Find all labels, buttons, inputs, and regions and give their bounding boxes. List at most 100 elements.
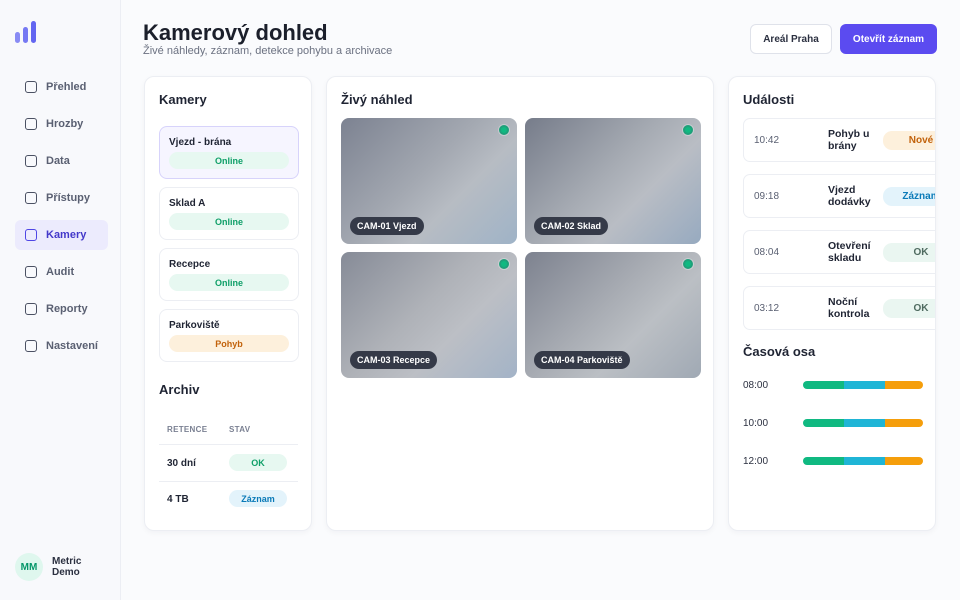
sidebar-item-pristupy[interactable]: Přístupy [15, 183, 108, 213]
feed-label: CAM-03 Recepce [350, 351, 438, 369]
table-cell-retention: 4 TB [167, 494, 189, 505]
event-item[interactable]: 08:04 Otevření skladu OK [743, 230, 935, 274]
live-preview-panel: Živý náhled CAM-01 Vjezd CAM-02 Sklad CA… [326, 76, 714, 531]
avatar: MM [15, 553, 43, 581]
camera-feed-cam01[interactable]: CAM-01 Vjezd [341, 118, 517, 244]
status-badge: OK [229, 454, 287, 471]
timeline-segment [803, 419, 844, 427]
sidebar-item-label: Přístupy [46, 192, 91, 204]
area-select-button[interactable]: Areál Praha [750, 24, 832, 54]
camera-feed-cam03[interactable]: CAM-03 Recepce [341, 252, 517, 378]
event-text: Vjezd dodávky [828, 184, 871, 208]
live-indicator-icon [499, 125, 509, 135]
sidebar-item-label: Hrozby [46, 118, 84, 130]
timeline-segment [843, 419, 885, 427]
status-badge: Záznam [883, 187, 935, 206]
page-title: Kamerový dohled [143, 20, 328, 45]
user-profile[interactable]: MM Metric Demo [15, 553, 96, 581]
status-badge: OK [883, 243, 935, 262]
page-subtitle: Živé náhledy, záznam, detekce pohybu a a… [143, 45, 393, 57]
archive-title: Archiv [159, 382, 200, 397]
events-title: Události [743, 92, 795, 107]
open-recording-button[interactable]: Otevřít záznam [840, 24, 937, 54]
camera-name: Vjezd - brána [169, 137, 232, 148]
feed-label: CAM-02 Sklad [534, 217, 609, 235]
square-icon [25, 266, 37, 278]
timeline-segment [843, 381, 885, 389]
event-item[interactable]: 03:12 Noční kontrola OK [743, 286, 935, 330]
sidebar-item-hrozby[interactable]: Hrozby [15, 109, 108, 139]
divider [159, 481, 298, 482]
user-name: Metric Demo [52, 556, 82, 578]
camera-name: Parkoviště [169, 320, 220, 331]
timeline-time: 08:00 [743, 380, 769, 391]
timeline-bar [803, 381, 923, 389]
square-icon [25, 155, 37, 167]
camera-item-parkoviste[interactable]: Parkoviště Pohyb [159, 309, 299, 362]
sidebar: Přehled Hrozby Data Přístupy Kamery Audi… [0, 0, 121, 600]
event-text: Otevření skladu [828, 240, 871, 264]
square-icon [25, 229, 37, 241]
sidebar-item-label: Kamery [46, 229, 87, 241]
status-badge: OK [883, 299, 935, 318]
sidebar-item-kamery[interactable]: Kamery [15, 220, 108, 250]
status-badge: Pohyb [169, 335, 289, 352]
square-icon [25, 192, 37, 204]
feed-label: CAM-04 Parkoviště [534, 351, 630, 369]
feed-label: CAM-01 Vjezd [350, 217, 424, 235]
event-time: 03:12 [754, 303, 780, 314]
column-header-stav: STAV [229, 425, 251, 434]
timeline-title: Časová osa [743, 344, 816, 359]
event-item[interactable]: 09:18 Vjezd dodávky Záznam [743, 174, 935, 218]
timeline-time: 12:00 [743, 456, 769, 467]
bar-chart-logo-icon [15, 21, 37, 43]
sidebar-item-data[interactable]: Data [15, 146, 108, 176]
live-preview-title: Živý náhled [341, 92, 413, 107]
timeline-segment [843, 457, 885, 465]
timeline-segment [884, 419, 923, 427]
sidebar-item-label: Reporty [46, 303, 88, 315]
live-indicator-icon [683, 259, 693, 269]
sidebar-item-label: Přehled [46, 81, 87, 93]
status-badge: Online [169, 152, 289, 169]
divider [159, 444, 298, 445]
event-text: Noční kontrola [828, 296, 870, 320]
sidebar-nav: Přehled Hrozby Data Přístupy Kamery Audi… [15, 72, 108, 368]
event-item[interactable]: 10:42 Pohyb u brány Nové [743, 118, 935, 162]
event-time: 08:04 [754, 247, 780, 258]
status-badge: Záznam [229, 490, 287, 507]
camera-name: Recepce [169, 259, 211, 270]
timeline-segment [884, 381, 923, 389]
sidebar-item-prehled[interactable]: Přehled [15, 72, 108, 102]
camera-item-recepce[interactable]: Recepce Online [159, 248, 299, 301]
timeline-bar [803, 457, 923, 465]
status-badge: Online [169, 274, 289, 291]
status-badge: Nové [883, 131, 935, 150]
camera-feed-cam02[interactable]: CAM-02 Sklad [525, 118, 701, 244]
camera-item-vjezd[interactable]: Vjezd - brána Online [159, 126, 299, 179]
event-text: Pohyb u brány [828, 128, 870, 152]
live-indicator-icon [499, 259, 509, 269]
sidebar-item-label: Data [46, 155, 70, 167]
sidebar-item-label: Audit [46, 266, 75, 278]
sidebar-item-nastaveni[interactable]: Nastavení [15, 331, 108, 361]
timeline-bar [803, 419, 923, 427]
events-panel: Události 10:42 Pohyb u brány Nové 09:18 … [728, 76, 936, 531]
timeline-segment [884, 457, 923, 465]
status-badge: Online [169, 213, 289, 230]
square-icon [25, 118, 37, 130]
camera-name: Sklad A [169, 198, 206, 209]
sidebar-item-audit[interactable]: Audit [15, 257, 108, 287]
cameras-panel: Kamery Vjezd - brána Online Sklad A Onli… [144, 76, 312, 531]
timeline-segment [803, 457, 844, 465]
column-header-retence: RETENCE [167, 425, 208, 434]
live-indicator-icon [683, 125, 693, 135]
square-icon [25, 81, 37, 93]
sidebar-item-label: Nastavení [46, 340, 98, 352]
square-icon [25, 340, 37, 352]
camera-feed-cam04[interactable]: CAM-04 Parkoviště [525, 252, 701, 378]
event-time: 09:18 [754, 191, 780, 202]
camera-item-sklad[interactable]: Sklad A Online [159, 187, 299, 240]
sidebar-item-reporty[interactable]: Reporty [15, 294, 108, 324]
table-cell-retention: 30 dní [167, 458, 196, 469]
